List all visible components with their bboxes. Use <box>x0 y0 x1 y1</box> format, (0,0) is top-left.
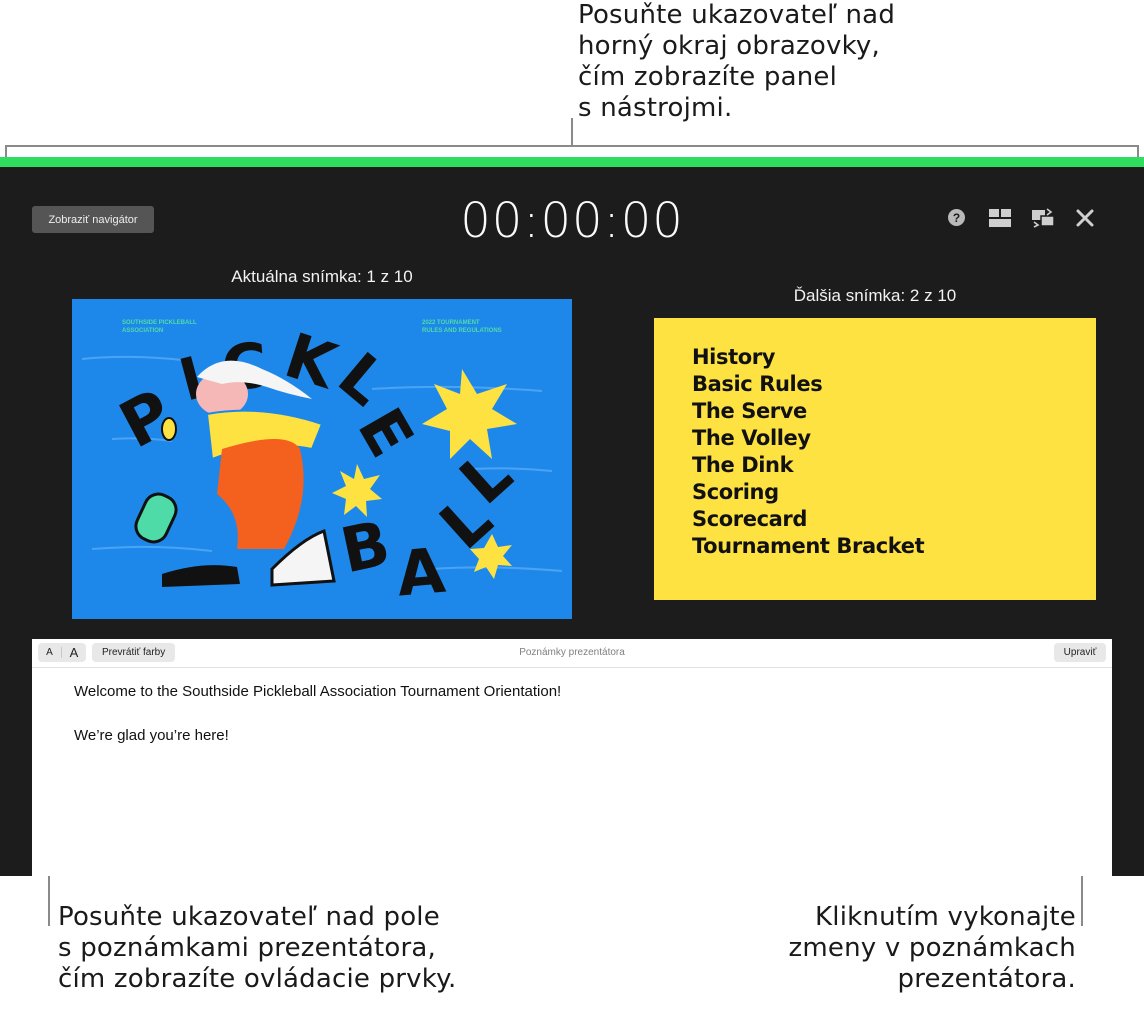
paddle <box>134 492 178 544</box>
list-item: The Dink <box>692 453 794 477</box>
list-item: Scorecard <box>692 507 808 531</box>
notes-line: Welcome to the Southside Pickleball Asso… <box>74 683 562 700</box>
next-slide-label: Ďalšia snímka: 2 z 10 <box>793 286 957 305</box>
character-pants <box>217 439 304 549</box>
current-slide-preview[interactable]: P I C K L E B A L L SOUTHSIDE PICKL <box>72 299 572 619</box>
help-icon[interactable]: ? <box>948 209 965 226</box>
presentation-timer[interactable]: 00:00:00 <box>0 193 1144 249</box>
list-item: History <box>692 345 775 369</box>
list-item: Tournament Bracket <box>692 534 925 558</box>
notes-controls-bar: A A Prevrátiť farby Poznámky prezentátor… <box>32 639 1112 668</box>
character-shoe-left <box>162 565 240 587</box>
next-slide-preview[interactable]: History Basic Rules The Serve The Volley… <box>654 318 1096 600</box>
slide-layout-icon[interactable] <box>989 209 1011 227</box>
leader-top-bracket-right <box>1137 145 1139 157</box>
presenter-display: Zobraziť navigátor 00:00:00 ? Aktuálna s… <box>0 157 1144 876</box>
notes-text[interactable]: Welcome to the Southside Pickleball Asso… <box>74 683 561 771</box>
callout-notes-controls-hint: Posuňte ukazovateľ nad pole s poznámkami… <box>58 902 457 994</box>
close-icon[interactable] <box>1075 208 1095 228</box>
help-glyph: ? <box>952 210 961 225</box>
list-item: The Serve <box>692 399 807 423</box>
notes-line: We’re glad you’re here! <box>74 727 229 744</box>
title-letter-a: A <box>394 534 448 611</box>
presenter-notes-panel[interactable]: A A Prevrátiť farby Poznámky prezentátor… <box>32 639 1112 876</box>
notes-title: Poznámky prezentátora <box>519 647 625 658</box>
slide-event-text: 2022 TOURNAMENT RULES AND REGULATIONS <box>422 320 502 334</box>
leader-top-bracket-left <box>5 145 7 157</box>
ball <box>161 417 177 441</box>
slide-org-text: SOUTHSIDE PICKLEBALL ASSOCIATION <box>122 320 197 334</box>
callout-edit-notes-hint: Kliknutím vykonajte zmeny v poznámkach p… <box>788 902 1076 994</box>
list-item: Scoring <box>692 480 779 504</box>
next-slide-agenda: History Basic Rules The Serve The Volley… <box>692 344 925 560</box>
edit-notes-button[interactable]: Upraviť <box>1054 643 1106 662</box>
callout-toolbar-hint: Posuňte ukazovateľ nad horný okraj obraz… <box>578 0 896 123</box>
current-slide-label: Aktuálna snímka: 1 z 10 <box>231 267 413 286</box>
list-item: The Volley <box>692 426 811 450</box>
title-letter-b: B <box>335 506 396 587</box>
toolbar-hover-zone <box>0 157 1144 167</box>
swap-displays-icon[interactable] <box>1032 208 1054 228</box>
list-item: Basic Rules <box>692 372 823 396</box>
leader-top-stem <box>571 118 573 146</box>
